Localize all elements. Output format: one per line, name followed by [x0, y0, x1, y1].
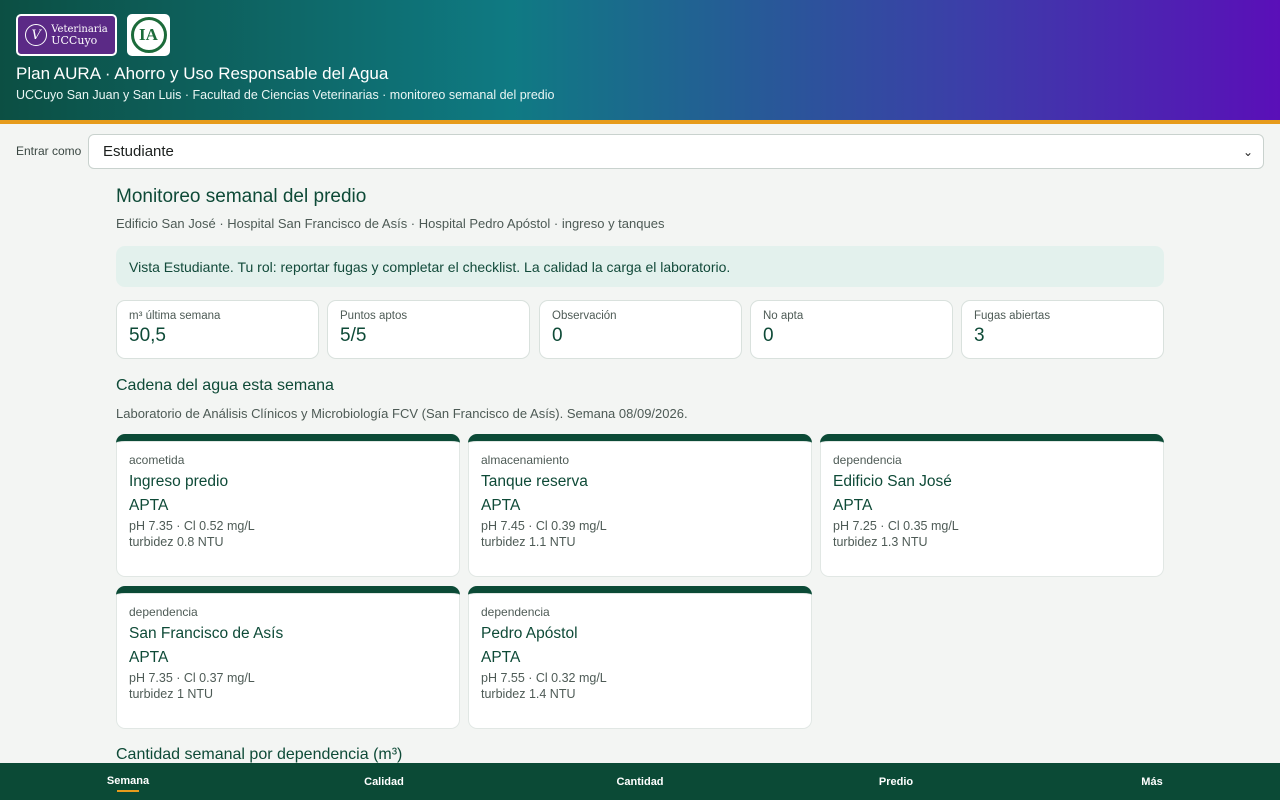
- nav-item-calidad[interactable]: Calidad: [256, 763, 512, 800]
- page-title: Monitoreo semanal del predio: [116, 186, 367, 207]
- point-type: acometida: [129, 453, 185, 467]
- nav-item-mas[interactable]: Más: [1024, 763, 1280, 800]
- veterinaria-mark-icon: V: [25, 24, 48, 46]
- kpi-card: Fugas abiertas 3: [961, 300, 1164, 359]
- water-point-card[interactable]: dependencia Pedro Apóstol APTA pH 7.55 ·…: [468, 586, 812, 729]
- nav-label: Predio: [878, 775, 914, 788]
- point-chem: pH 7.55 · Cl 0.32 mg/L: [481, 671, 607, 685]
- point-chem: pH 7.35 · Cl 0.52 mg/L: [129, 519, 255, 533]
- role-select-value: Estudiante: [103, 143, 174, 160]
- kpi-card: m³ última semana 50,5: [116, 300, 319, 359]
- active-indicator: [117, 789, 139, 792]
- chain-title: Cadena del agua esta semana: [116, 377, 334, 394]
- kpi-label: m³ última semana: [129, 310, 221, 322]
- point-type: dependencia: [833, 453, 902, 467]
- point-name: Edificio San José: [833, 473, 952, 490]
- kpi-card: Puntos aptos 5/5: [327, 300, 530, 359]
- point-type: dependencia: [481, 605, 550, 619]
- quantity-section-title: Cantidad semanal por dependencia (m³): [116, 746, 403, 763]
- point-name: Tanque reserva: [481, 473, 588, 490]
- point-chem: pH 7.35 · Cl 0.37 mg/L: [129, 671, 255, 685]
- water-point-card[interactable]: dependencia San Francisco de Asís APTA p…: [116, 586, 460, 729]
- point-type: dependencia: [129, 605, 198, 619]
- nav-label: Cantidad: [616, 775, 664, 788]
- veterinaria-uccuyo-logo: V Veterinaria UCCuyo: [16, 14, 117, 56]
- nav-item-predio[interactable]: Predio: [768, 763, 1024, 800]
- app-header: V Veterinaria UCCuyo IA Plan AURA · Ahor…: [0, 0, 1280, 120]
- kpi-value: 5/5: [340, 325, 367, 346]
- point-name: San Francisco de Asís: [129, 625, 284, 642]
- point-turbidity: turbidez 1.1 NTU: [481, 535, 576, 549]
- ia-seal-icon: IA: [130, 17, 167, 53]
- app-subtitle: UCCuyo San Juan y San Luis · Facultad de…: [16, 88, 555, 102]
- bottom-nav: Semana Calidad Cantidad Predio Más: [0, 763, 1280, 800]
- point-chem: pH 7.45 · Cl 0.39 mg/L: [481, 519, 607, 533]
- nav-label: Calidad: [364, 775, 404, 788]
- kpi-label: No apta: [763, 310, 804, 322]
- kpi-value: 50,5: [129, 325, 166, 346]
- point-status: APTA: [481, 497, 521, 514]
- point-turbidity: turbidez 0.8 NTU: [129, 535, 224, 549]
- nav-item-cantidad[interactable]: Cantidad: [512, 763, 768, 800]
- role-notice: Vista Estudiante. Tu rol: reportar fugas…: [116, 246, 1164, 287]
- page-subtitle: Edificio San José · Hospital San Francis…: [116, 216, 665, 231]
- point-name: Pedro Apóstol: [481, 625, 578, 642]
- water-point-card[interactable]: acometida Ingreso predio APTA pH 7.35 · …: [116, 434, 460, 577]
- nav-label: Semana: [106, 774, 150, 787]
- point-status: APTA: [481, 649, 521, 666]
- chevron-down-icon: ⌄: [1242, 145, 1253, 159]
- point-status: APTA: [129, 649, 169, 666]
- nav-item-semana[interactable]: Semana: [0, 763, 256, 800]
- kpi-value: 3: [974, 325, 985, 346]
- nav-label: Más: [1141, 775, 1163, 788]
- role-select[interactable]: Estudiante ⌄: [88, 134, 1264, 169]
- point-chem: pH 7.25 · Cl 0.35 mg/L: [833, 519, 959, 533]
- kpi-value: 0: [763, 325, 774, 346]
- point-turbidity: turbidez 1.4 NTU: [481, 687, 576, 701]
- kpi-card: Observación 0: [539, 300, 742, 359]
- kpi-label: Puntos aptos: [340, 310, 408, 322]
- water-point-card[interactable]: almacenamiento Tanque reserva APTA pH 7.…: [468, 434, 812, 577]
- ia-logo: IA: [127, 14, 170, 56]
- point-type: almacenamiento: [481, 453, 570, 467]
- chain-subtitle: Laboratorio de Análisis Clínicos y Micro…: [116, 406, 688, 421]
- kpi-label: Observación: [552, 310, 617, 322]
- point-turbidity: turbidez 1 NTU: [129, 687, 214, 701]
- app-title: Plan AURA · Ahorro y Uso Responsable del…: [16, 64, 389, 83]
- role-label: Entrar como: [16, 144, 82, 158]
- point-status: APTA: [833, 497, 873, 514]
- kpi-value: 0: [552, 325, 563, 346]
- point-name: Ingreso predio: [129, 473, 229, 490]
- kpi-card: No apta 0: [750, 300, 953, 359]
- water-point-card[interactable]: dependencia Edificio San José APTA pH 7.…: [820, 434, 1164, 577]
- kpi-label: Fugas abiertas: [974, 310, 1051, 322]
- header-accent-bar: [0, 120, 1280, 124]
- logo-vet-line2: UCCuyo: [51, 34, 98, 47]
- point-status: APTA: [129, 497, 169, 514]
- point-turbidity: turbidez 1.3 NTU: [833, 535, 928, 549]
